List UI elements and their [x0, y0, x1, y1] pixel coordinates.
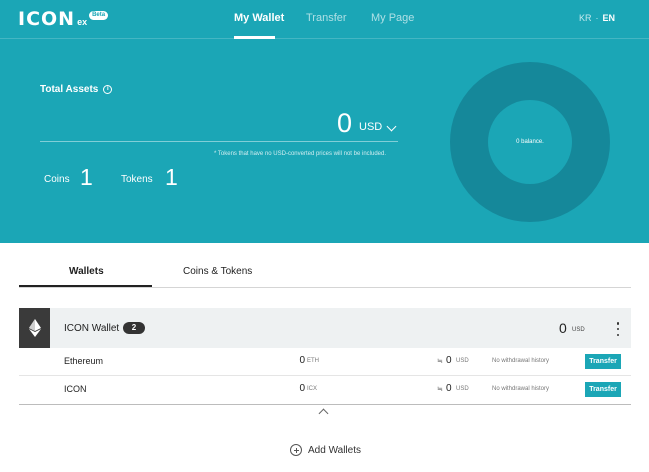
coin-unit: ICX: [307, 386, 318, 392]
list-item: ICON 0 ICX ≒ 0 USD No withdrawal history…: [19, 376, 631, 404]
lang-kr[interactable]: KR: [579, 13, 592, 23]
tab-wallets[interactable]: Wallets: [69, 266, 104, 277]
transfer-button[interactable]: Transfer: [585, 382, 621, 397]
wallet-total-unit: USD: [572, 327, 585, 333]
chevron-up-icon[interactable]: [318, 408, 329, 419]
info-icon[interactable]: i: [103, 85, 113, 94]
total-assets-value: 0: [336, 108, 352, 138]
transfer-button[interactable]: Transfer: [585, 354, 621, 369]
coins-label: Coins: [44, 174, 70, 185]
wallet-bottom-divider: [19, 404, 631, 405]
assets-divider: [40, 141, 398, 142]
top-bar: ICON ex Beta My Wallet Transfer My Page …: [0, 0, 649, 39]
more-menu-icon[interactable]: [616, 322, 620, 336]
nav-transfer[interactable]: Transfer: [306, 12, 347, 24]
wallet-total: 0: [559, 320, 567, 336]
plus-circle-icon: [290, 444, 302, 456]
wallet-count-badge: 2: [123, 322, 145, 334]
logo-text: ICON: [18, 8, 76, 30]
logo-sub: ex: [77, 17, 88, 27]
assets-note: * Tokens that have no USD-converted pric…: [214, 151, 386, 157]
coin-balance: 0: [299, 355, 305, 366]
donut-center: 0 balance.: [488, 100, 572, 184]
language-switcher: KR · EN: [579, 13, 615, 23]
coin-usd-unit: USD: [456, 358, 469, 364]
wallet-header[interactable]: ICON Wallet 2 0 USD: [19, 308, 631, 348]
coin-usd-unit: USD: [456, 386, 469, 392]
coin-usd-value: 0: [446, 383, 452, 394]
coin-unit: ETH: [307, 358, 319, 364]
tokens-count: 1: [165, 164, 178, 190]
coin-name: Ethereum: [64, 356, 104, 366]
logo[interactable]: ICON ex Beta: [18, 8, 109, 30]
nav-active-indicator: [234, 36, 275, 39]
beta-badge: Beta: [89, 11, 109, 20]
tab-active-indicator: [19, 285, 152, 287]
coins-count: 1: [80, 164, 93, 190]
coin-name: ICON: [64, 384, 87, 394]
list-item: Ethereum 0 ETH ≒ 0 USD No withdrawal his…: [19, 348, 631, 376]
tab-coins-tokens[interactable]: Coins & Tokens: [183, 266, 252, 277]
withdrawal-history: No withdrawal history: [492, 358, 550, 364]
add-wallets-button[interactable]: Add Wallets: [290, 444, 361, 456]
coin-usd-value: 0: [446, 355, 452, 366]
lang-separator: ·: [595, 13, 599, 23]
ethereum-icon: [19, 308, 50, 348]
nav-my-page[interactable]: My Page: [371, 12, 414, 24]
approx-icon: ≒: [437, 386, 443, 393]
chevron-down-icon[interactable]: [386, 121, 397, 132]
nav-my-wallet[interactable]: My Wallet: [234, 12, 284, 24]
wallet-name: ICON Wallet: [64, 323, 120, 334]
hero-panel: ICON ex Beta My Wallet Transfer My Page …: [0, 0, 649, 243]
total-assets-heading: Total Assets i: [40, 84, 113, 95]
balance-donut-chart: 0 balance.: [450, 62, 610, 222]
tokens-label: Tokens: [121, 174, 153, 185]
tabs-divider: [19, 287, 631, 288]
total-assets-label: Total Assets: [40, 84, 99, 95]
coin-balance: 0: [299, 383, 305, 394]
lang-en[interactable]: EN: [602, 13, 615, 23]
add-wallets-label: Add Wallets: [308, 444, 361, 456]
donut-label: 0 balance.: [516, 139, 544, 145]
approx-icon: ≒: [437, 358, 443, 365]
currency-label: USD: [359, 121, 383, 133]
withdrawal-history: No withdrawal history: [492, 386, 550, 392]
